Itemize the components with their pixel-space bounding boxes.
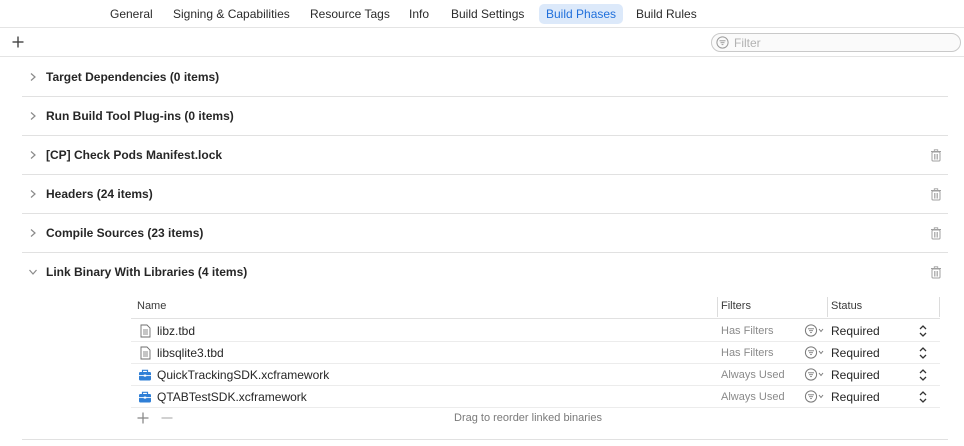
trash-icon[interactable] — [930, 266, 942, 279]
drag-reorder-hint: Drag to reorder linked binaries — [454, 412, 602, 424]
up-down-chevron-icon[interactable] — [918, 346, 928, 360]
phase-compile-sources[interactable]: Compile Sources (23 items) — [22, 214, 948, 253]
library-name: libsqlite3.tbd — [157, 346, 224, 360]
up-down-chevron-icon[interactable] — [918, 390, 928, 404]
chevron-right-icon[interactable] — [28, 150, 38, 160]
filter-placeholder: Filter — [734, 36, 761, 50]
phase-title: Compile Sources (23 items) — [46, 226, 204, 240]
library-filters: Always Used — [721, 391, 785, 403]
phase-title: Run Build Tool Plug-ins (0 items) — [46, 109, 234, 123]
column-divider[interactable] — [827, 297, 828, 317]
library-status[interactable]: Required — [831, 368, 880, 382]
library-name: libz.tbd — [157, 324, 196, 338]
library-name: QuickTrackingSDK.xcframework — [157, 368, 330, 382]
phase-title: Headers (24 items) — [46, 187, 153, 201]
table-row[interactable]: QuickTrackingSDK.xcframework Always Used… — [131, 364, 940, 386]
phase-title: [CP] Check Pods Manifest.lock — [46, 148, 223, 162]
tab-info[interactable]: Info — [402, 4, 436, 24]
editor-tab-bar: General Signing & Capabilities Resource … — [0, 0, 964, 28]
table-header: Name Filters Status — [131, 297, 940, 319]
phase-headers[interactable]: Headers (24 items) — [22, 175, 948, 214]
filter-menu-icon[interactable] — [804, 367, 826, 382]
add-library-icon[interactable] — [136, 411, 150, 425]
library-status[interactable]: Required — [831, 346, 880, 360]
up-down-chevron-icon[interactable] — [918, 368, 928, 382]
filter-field[interactable]: Filter — [711, 33, 961, 52]
trash-icon[interactable] — [930, 149, 942, 162]
phase-target-dependencies[interactable]: Target Dependencies (0 items) — [22, 58, 948, 97]
chevron-right-icon[interactable] — [28, 72, 38, 82]
phase-title: Target Dependencies (0 items) — [46, 70, 220, 84]
remove-library-icon[interactable] — [160, 411, 174, 425]
filter-menu-icon[interactable] — [804, 323, 826, 338]
library-status[interactable]: Required — [831, 390, 880, 404]
tab-signing-capabilities[interactable]: Signing & Capabilities — [166, 4, 297, 24]
filter-menu-icon[interactable] — [804, 345, 826, 360]
trash-icon[interactable] — [930, 188, 942, 201]
library-filters: Has Filters — [721, 347, 774, 359]
tbd-file-icon — [140, 324, 151, 338]
tab-build-rules[interactable]: Build Rules — [629, 4, 704, 24]
table-row[interactable]: libz.tbd Has Filters Required — [131, 320, 940, 342]
framework-toolbox-icon — [139, 369, 151, 381]
table-footer: Drag to reorder linked binaries — [131, 407, 940, 431]
plus-icon[interactable] — [10, 34, 26, 50]
column-header-name[interactable]: Name — [137, 300, 166, 312]
tbd-file-icon — [140, 346, 151, 360]
chevron-down-icon[interactable] — [28, 267, 38, 277]
column-header-status[interactable]: Status — [831, 300, 862, 312]
framework-toolbox-icon — [139, 391, 151, 403]
phases-toolbar: Filter — [0, 29, 964, 57]
column-divider — [939, 297, 940, 317]
filter-circle-icon — [716, 36, 729, 49]
tab-build-settings[interactable]: Build Settings — [444, 4, 531, 24]
chevron-right-icon[interactable] — [28, 111, 38, 121]
tab-build-phases[interactable]: Build Phases — [539, 4, 624, 24]
filter-menu-icon[interactable] — [804, 389, 826, 404]
divider — [22, 439, 948, 440]
up-down-chevron-icon[interactable] — [918, 324, 928, 338]
chevron-right-icon[interactable] — [28, 228, 38, 238]
phase-link-binary-with-libraries[interactable]: Link Binary With Libraries (4 items) — [22, 253, 948, 292]
library-name: QTABTestSDK.xcframework — [157, 390, 307, 404]
chevron-right-icon[interactable] — [28, 189, 38, 199]
library-status[interactable]: Required — [831, 324, 880, 338]
library-filters: Always Used — [721, 369, 785, 381]
tab-general[interactable]: General — [103, 4, 160, 24]
table-row[interactable]: libsqlite3.tbd Has Filters Required — [131, 342, 940, 364]
phase-check-pods-manifest[interactable]: [CP] Check Pods Manifest.lock — [22, 136, 948, 175]
column-header-filters[interactable]: Filters — [721, 300, 751, 312]
table-row[interactable]: QTABTestSDK.xcframework Always Used Requ… — [131, 386, 940, 408]
phase-title: Link Binary With Libraries (4 items) — [46, 265, 248, 279]
phase-run-build-tool-plugins[interactable]: Run Build Tool Plug-ins (0 items) — [22, 97, 948, 136]
trash-icon[interactable] — [930, 227, 942, 240]
tab-resource-tags[interactable]: Resource Tags — [303, 4, 397, 24]
library-filters: Has Filters — [721, 325, 774, 337]
column-divider[interactable] — [717, 297, 718, 317]
